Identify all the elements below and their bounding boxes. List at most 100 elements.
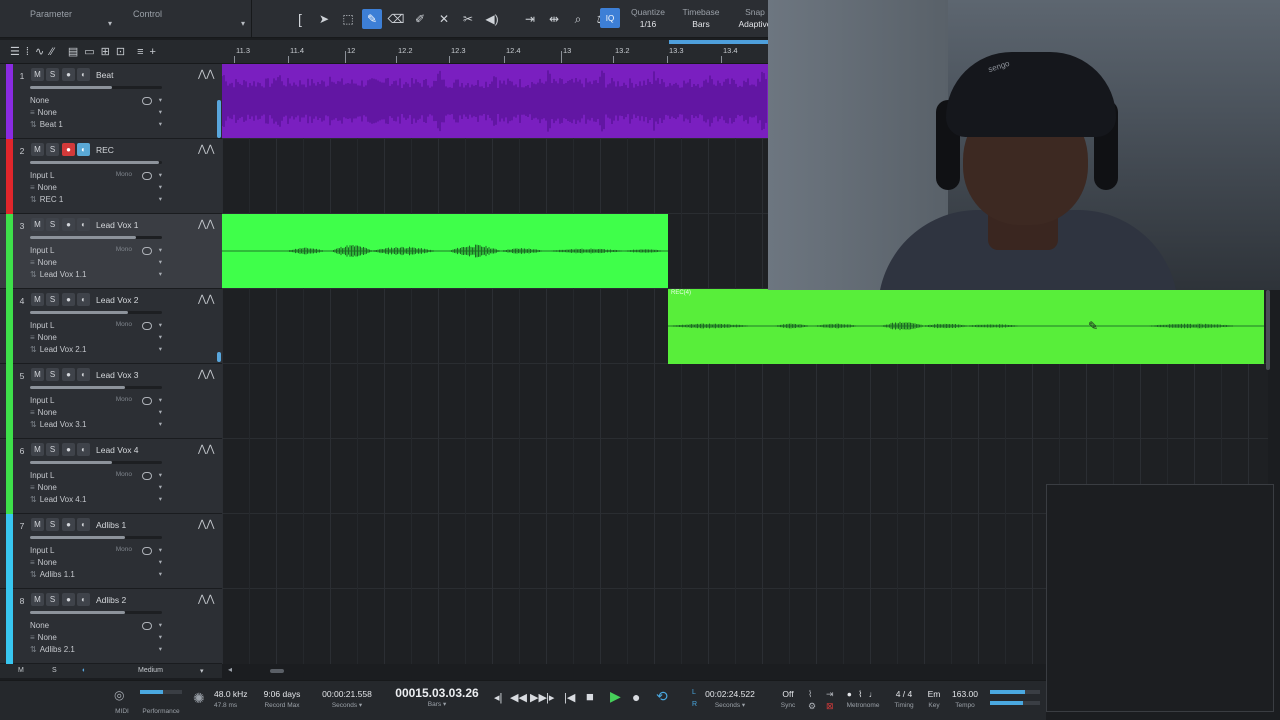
monitor-button[interactable]: ◐: [77, 518, 90, 531]
toggle-icon[interactable]: [142, 322, 152, 330]
playlist-selector[interactable]: ⇅ Lead Vox 1.1 ▾: [30, 270, 162, 281]
toggle-icon[interactable]: [142, 97, 152, 105]
sample-rate-display[interactable]: 48.0 kHz 47.8 ms: [214, 689, 256, 711]
output-selector[interactable]: ≡ None ▾: [30, 258, 162, 269]
performance-label-wrap[interactable]: Performance: [138, 703, 184, 717]
loop-time-display[interactable]: 00:02:24.522 Seconds ▾: [700, 689, 760, 711]
fast-forward-icon[interactable]: ▶▶: [530, 691, 547, 704]
toggle-icon[interactable]: [142, 622, 152, 630]
mute-button[interactable]: M: [31, 218, 44, 231]
group-icon[interactable]: ⊡: [116, 45, 125, 58]
mute-button[interactable]: M: [31, 518, 44, 531]
time-seconds-display[interactable]: 00:00:21.558 Seconds ▾: [318, 689, 376, 711]
mono-label[interactable]: Mono: [116, 246, 132, 253]
chevron-down-icon[interactable]: ▾: [159, 495, 162, 503]
range-tool-icon[interactable]: ⬚: [338, 9, 358, 29]
chevron-down-icon[interactable]: ▾: [159, 420, 162, 428]
waveform-icon[interactable]: ⋀⋀: [198, 294, 214, 305]
solo-button[interactable]: S: [46, 368, 59, 381]
parameter-dropdown-icon[interactable]: ▾: [108, 19, 112, 28]
track-color-strip[interactable]: [6, 214, 13, 289]
playlist-selector[interactable]: ⇅ REC 1 ▾: [30, 195, 162, 206]
playlist-selector[interactable]: ⇅ Beat 1 ▾: [30, 120, 162, 131]
volume-fader[interactable]: [30, 86, 162, 89]
chevron-down-icon[interactable]: ▾: [159, 645, 162, 653]
track-color-strip[interactable]: [6, 289, 13, 364]
chevron-down-icon[interactable]: ▾: [159, 258, 162, 266]
record-arm-button[interactable]: ●: [62, 443, 75, 456]
status-m-label[interactable]: M: [18, 667, 24, 674]
preroll-icon[interactable]: ⇥: [826, 689, 834, 700]
mono-label[interactable]: Mono: [116, 471, 132, 478]
playlist-selector[interactable]: ⇅ Lead Vox 2.1 ▾: [30, 345, 162, 356]
track-header[interactable]: 4 M S ● ◐ Lead Vox 2 ⋀⋀ Input L Mono ▾ ≡…: [0, 289, 222, 364]
solo-button[interactable]: S: [46, 293, 59, 306]
volume-fader[interactable]: [30, 386, 162, 389]
track-color-strip[interactable]: [6, 64, 13, 139]
record-arm-button[interactable]: ●: [62, 293, 75, 306]
bars-position-display[interactable]: 00015.03.03.26 Bars ▾: [388, 687, 486, 710]
mono-label[interactable]: Mono: [116, 546, 132, 553]
midi-activity-icon[interactable]: ◎: [114, 688, 124, 702]
chevron-down-icon[interactable]: ▾: [159, 471, 162, 479]
folder-icon[interactable]: ▭: [84, 45, 94, 58]
track-name[interactable]: Lead Vox 1: [96, 220, 139, 230]
quantize-selector[interactable]: Quantize 1/16: [630, 6, 666, 30]
chevron-down-icon[interactable]: ▾: [159, 396, 162, 404]
record-arm-button[interactable]: ●: [62, 518, 75, 531]
volume-fader[interactable]: [30, 161, 162, 164]
track-header[interactable]: 8 M S ● ◐ Adlibs 2 ⋀⋀ None ▾ ≡ None ▾ ⇅ Ad…: [0, 589, 222, 664]
mute-button[interactable]: M: [31, 143, 44, 156]
output-selector[interactable]: ≡ None ▾: [30, 483, 162, 494]
track-header[interactable]: 3 M S ● ◐ Lead Vox 1 ⋀⋀ Input L Mono ▾ ≡…: [0, 214, 222, 289]
chevron-down-icon[interactable]: ▾: [159, 570, 162, 578]
audio-bend-icon[interactable]: ⇹: [544, 9, 564, 29]
chevron-down-icon[interactable]: ▾: [159, 483, 162, 491]
add-track-icon[interactable]: +: [150, 46, 156, 58]
waveform-icon[interactable]: ⋀⋀: [198, 444, 214, 455]
monitor-button[interactable]: ◐: [77, 293, 90, 306]
output-selector[interactable]: ≡ None ▾: [30, 108, 162, 119]
input-selector[interactable]: Input L Mono ▾: [30, 246, 162, 257]
mono-label[interactable]: Mono: [116, 396, 132, 403]
input-selector[interactable]: Input L Mono ▾: [30, 321, 162, 332]
track-name[interactable]: Lead Vox 3: [96, 370, 139, 380]
solo-button[interactable]: S: [46, 218, 59, 231]
input-selector[interactable]: None ▾: [30, 621, 162, 632]
track-name[interactable]: Adlibs 1: [96, 520, 126, 530]
control-dropdown-icon[interactable]: ▾: [241, 19, 245, 28]
tempo-display[interactable]: 163.00 Tempo: [948, 689, 982, 711]
loop-start-icon[interactable]: ◂|: [494, 691, 502, 704]
return-to-zero-icon[interactable]: |◀: [564, 691, 575, 704]
paint-tool-icon[interactable]: ✐: [410, 9, 430, 29]
waveform-icon[interactable]: ⋀⋀: [198, 369, 214, 380]
toggle-icon[interactable]: [142, 172, 152, 180]
waveform-icon[interactable]: ⋀⋀: [198, 519, 214, 530]
split-tool-icon[interactable]: ✂: [458, 9, 478, 29]
stop-button[interactable]: ■: [586, 689, 594, 704]
bracket-icon[interactable]: [: [290, 9, 310, 29]
loop-end-icon[interactable]: |▸: [546, 691, 554, 704]
toggle-icon[interactable]: [142, 397, 152, 405]
chevron-down-icon[interactable]: ▾: [159, 546, 162, 554]
toggle-icon[interactable]: [142, 547, 152, 555]
chevron-down-icon[interactable]: ▾: [159, 333, 162, 341]
monitor-button[interactable]: ◐: [77, 218, 90, 231]
beat-clip[interactable]: [222, 64, 768, 138]
monitor-button[interactable]: ◐: [77, 368, 90, 381]
record-arm-button[interactable]: ●: [62, 593, 75, 606]
sync-display[interactable]: Off Sync: [774, 689, 802, 711]
output-selector[interactable]: ≡ None ▾: [30, 633, 162, 644]
chevron-down-icon[interactable]: ▾: [159, 108, 162, 116]
record-button[interactable]: ●: [632, 689, 640, 705]
output-selector[interactable]: ≡ None ▾: [30, 558, 162, 569]
input-selector[interactable]: None ▾: [30, 96, 162, 107]
solo-button[interactable]: S: [46, 143, 59, 156]
mute-button[interactable]: M: [31, 368, 44, 381]
precount-icon[interactable]: ⌇: [808, 689, 812, 700]
monitor-button[interactable]: ◐: [77, 68, 90, 81]
waveform-icon[interactable]: ⋀⋀: [198, 219, 214, 230]
waveform-icon[interactable]: ⋀⋀: [198, 69, 214, 80]
input-selector[interactable]: Input L Mono ▾: [30, 546, 162, 557]
mute-button[interactable]: M: [31, 68, 44, 81]
